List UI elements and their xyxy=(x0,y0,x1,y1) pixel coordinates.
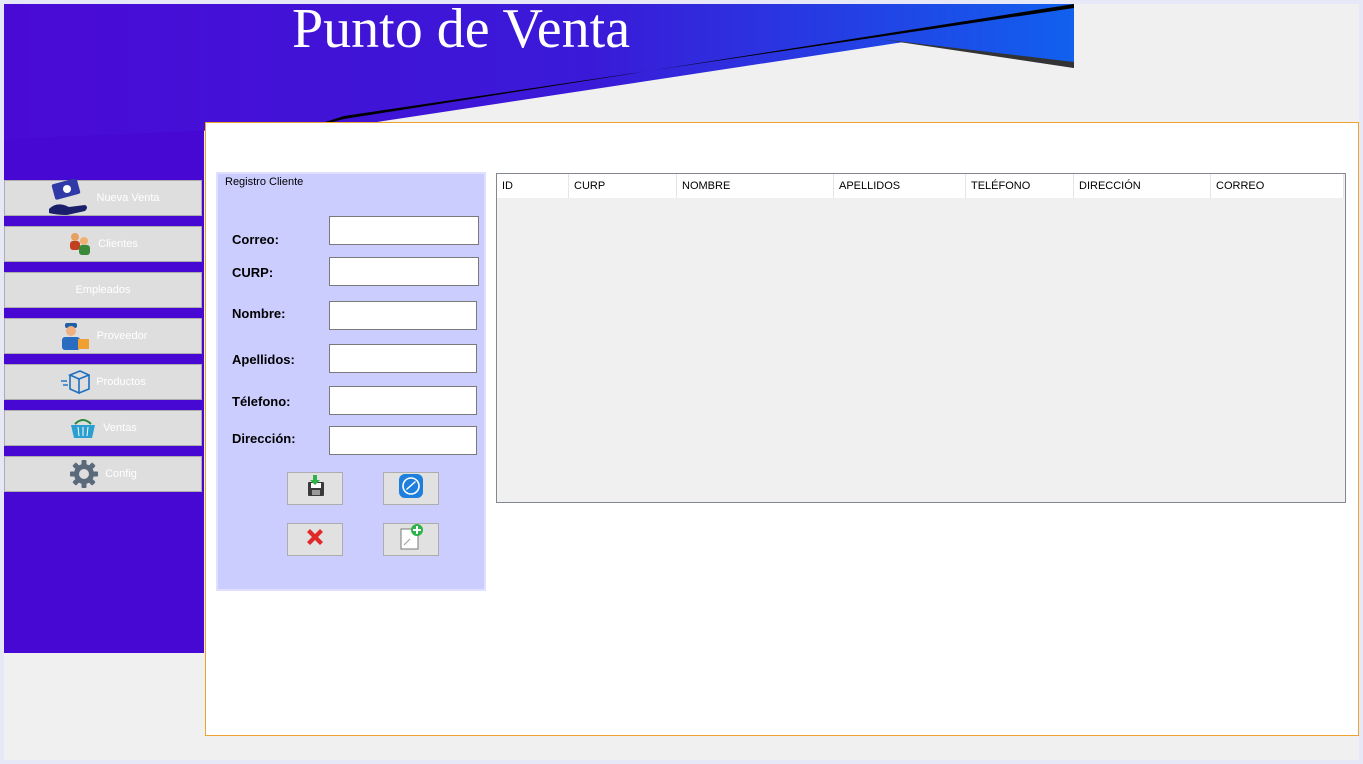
column-header-direccion[interactable]: DIRECCIÓN xyxy=(1074,174,1211,198)
clients-table[interactable]: ID CURP NOMBRE APELLIDOS TELÉFONO DIRECC… xyxy=(496,173,1346,503)
curp-field[interactable] xyxy=(329,257,479,286)
basket-icon xyxy=(69,416,97,440)
app-title: Punto de Venta xyxy=(292,4,631,60)
new-button[interactable] xyxy=(383,523,439,556)
column-header-telefono[interactable]: TELÉFONO xyxy=(966,174,1074,198)
nav-button-productos[interactable]: Productos xyxy=(4,364,202,400)
telefono-field[interactable] xyxy=(329,386,477,415)
content-panel: Registro Cliente Correo: CURP: Nombre: A… xyxy=(205,122,1359,736)
nav-label: Empleados xyxy=(75,284,131,296)
column-header-apellidos[interactable]: APELLIDOS xyxy=(834,174,966,198)
new-document-icon xyxy=(398,523,424,556)
hand-money-icon xyxy=(47,179,91,217)
edit-button[interactable] xyxy=(383,472,439,505)
nav-label: Config xyxy=(105,468,137,480)
delete-button[interactable] xyxy=(287,523,343,556)
direccion-label: Dirección: xyxy=(232,431,296,446)
nav-button-nueva-venta[interactable]: Nueva Venta xyxy=(4,179,202,217)
nav-button-config[interactable]: Config xyxy=(4,456,202,492)
telefono-label: Télefono: xyxy=(232,394,291,409)
correo-field[interactable] xyxy=(329,216,479,245)
column-header-correo[interactable]: CORREO xyxy=(1211,174,1344,198)
column-header-curp[interactable]: CURP xyxy=(569,174,677,198)
nav-label: Productos xyxy=(96,376,146,388)
nav-label: Proveedor xyxy=(96,330,148,342)
nav-button-empleados[interactable]: Empleados xyxy=(4,272,202,308)
nav-label: Clientes xyxy=(98,238,138,250)
delivery-man-icon xyxy=(59,321,91,351)
nombre-label: Nombre: xyxy=(232,306,286,321)
nav-label: Ventas xyxy=(103,422,137,434)
column-header-id[interactable]: ID xyxy=(497,174,569,198)
box-icon xyxy=(60,369,91,395)
apellidos-field[interactable] xyxy=(329,344,477,373)
direccion-field[interactable] xyxy=(329,426,477,455)
curp-label: CURP: xyxy=(232,265,274,280)
app-window: Punto de Venta Nueva Venta Clientes Empl… xyxy=(4,4,1359,760)
save-icon xyxy=(303,474,327,503)
nombre-field[interactable] xyxy=(329,301,477,330)
clients-icon xyxy=(68,231,92,257)
nav-label: Nueva Venta xyxy=(96,192,160,204)
delete-icon xyxy=(303,525,327,554)
client-form-group: Registro Cliente Correo: CURP: Nombre: A… xyxy=(216,172,486,591)
apellidos-label: Apellidos: xyxy=(232,352,295,367)
form-title: Registro Cliente xyxy=(224,176,305,188)
nav-button-ventas[interactable]: Ventas xyxy=(4,410,202,446)
table-header: ID CURP NOMBRE APELLIDOS TELÉFONO DIRECC… xyxy=(497,174,1344,198)
edit-icon xyxy=(398,473,424,504)
gear-icon xyxy=(69,459,99,489)
correo-label: Correo: xyxy=(232,232,279,247)
column-header-nombre[interactable]: NOMBRE xyxy=(677,174,834,198)
nav-button-proveedor[interactable]: Proveedor xyxy=(4,318,202,354)
nav-button-clientes[interactable]: Clientes xyxy=(4,226,202,262)
save-button[interactable] xyxy=(287,472,343,505)
